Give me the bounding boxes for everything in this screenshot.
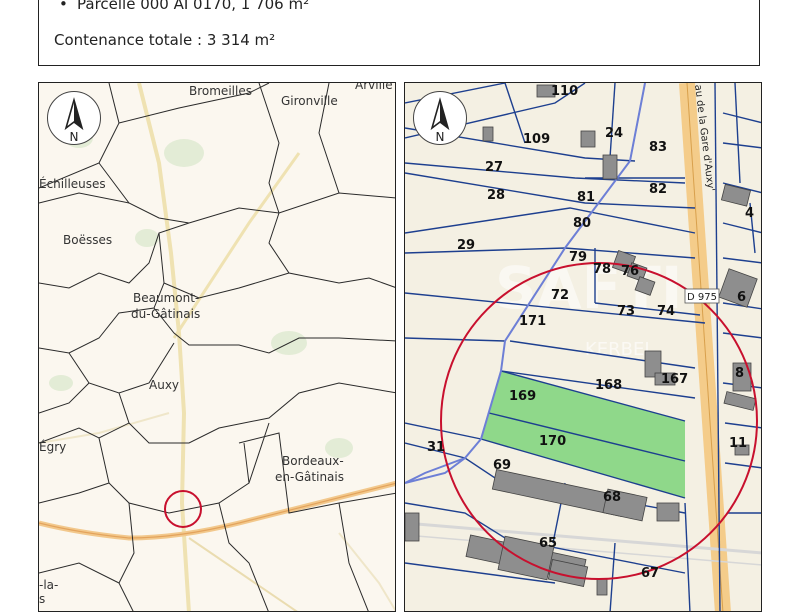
parcel-73: 73	[617, 304, 635, 319]
place-arville: Arville	[355, 83, 393, 92]
north-letter: N	[70, 130, 79, 144]
parcel-4: 4	[745, 206, 754, 221]
parcel-110: 110	[551, 84, 578, 99]
place-beaumont-2: du-Gâtinais	[131, 307, 200, 321]
parcel-72: 72	[551, 288, 569, 303]
place-partial-1: -la-	[39, 578, 58, 592]
parcel-11: 11	[729, 436, 747, 451]
parcel-171: 171	[519, 314, 546, 329]
parcel-line: Parcelle 000 AI 0170, 1 706 m²	[59, 0, 309, 13]
parcel-81: 81	[577, 190, 595, 205]
parcel-24: 24	[605, 126, 623, 141]
place-boesses: Boësses	[63, 233, 112, 247]
parcel-31: 31	[427, 440, 445, 455]
parcel-68: 68	[603, 490, 621, 505]
parcel-109: 109	[523, 132, 550, 147]
parcel-76: 76	[621, 264, 639, 279]
place-bromeilles: Bromeilles	[189, 84, 252, 98]
cadastral-map-canvas: SAFTI KERBEL D 975 au de la Gare d'Auxy'…	[405, 83, 761, 611]
locality-map[interactable]: Bromeilles Gironville Arville Échilleuse…	[38, 82, 396, 612]
place-echilleuses: Échilleuses	[39, 176, 106, 191]
road-sign-label: D 975	[687, 292, 717, 303]
place-bordeaux-1: Bordeaux-	[282, 454, 344, 468]
parcel-74: 74	[657, 304, 675, 319]
parcel-29: 29	[457, 238, 475, 253]
parcel-6: 6	[737, 290, 746, 305]
parcel-78: 78	[593, 262, 611, 277]
parcel-8: 8	[735, 366, 744, 381]
north-letter: N	[436, 130, 445, 144]
parcel-65: 65	[539, 536, 557, 551]
place-partial-2: s	[39, 592, 45, 606]
parcel-83: 83	[649, 140, 667, 155]
place-beaumont-1: Beaumont-	[133, 291, 199, 305]
parcel-67: 67	[641, 566, 659, 581]
place-egry: Égry	[39, 439, 66, 454]
parcel-69: 69	[493, 458, 511, 473]
parcel-168: 168	[595, 378, 622, 393]
parcel-79: 79	[569, 250, 587, 265]
parcel-27: 27	[485, 160, 503, 175]
locality-map-canvas: Bromeilles Gironville Arville Échilleuse…	[39, 83, 395, 611]
parcel-82: 82	[649, 182, 667, 197]
parcel-169: 169	[509, 389, 536, 404]
parcel-170: 170	[539, 434, 566, 449]
parcel-info-box: Parcelle 000 AI 0170, 1 706 m² Contenanc…	[38, 0, 760, 66]
north-arrow-icon: N	[47, 91, 101, 145]
parcel-80: 80	[573, 216, 591, 231]
cadastral-map[interactable]: SAFTI KERBEL D 975 au de la Gare d'Auxy'…	[404, 82, 762, 612]
total-area: Contenance totale : 3 314 m²	[54, 31, 276, 49]
place-auxy: Auxy	[149, 378, 179, 392]
place-gironville: Gironville	[281, 94, 338, 108]
place-bordeaux-2: en-Gâtinais	[275, 470, 344, 484]
north-arrow-icon: N	[413, 91, 467, 145]
parcel-28: 28	[487, 188, 505, 203]
roads	[39, 83, 395, 611]
parcel-167: 167	[661, 372, 688, 387]
